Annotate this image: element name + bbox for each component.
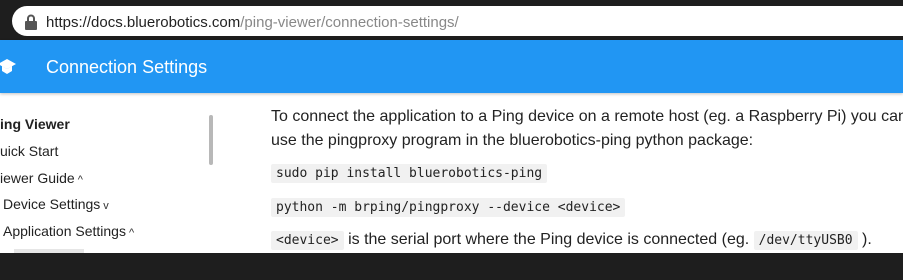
code-install: sudo pip install bluerobotics-ping	[271, 164, 548, 183]
sidebar-item-application-settings[interactable]: Application Settings ^	[3, 222, 134, 242]
main-content: To connect the application to a Ping dev…	[270, 93, 903, 253]
url-host: https://docs.bluerobotics.com	[46, 14, 241, 31]
paragraph-line-1: To connect the application to a Ping dev…	[271, 108, 903, 125]
docs-header: Connection Settings	[0, 40, 903, 93]
url-path: /ping-viewer/connection-settings/	[240, 14, 459, 31]
sidebar-item-quick-start[interactable]: uick Start	[0, 142, 58, 160]
sidebar-item-label: uick Start	[0, 143, 59, 159]
inline-code: <device>	[271, 231, 344, 250]
browser-address-bar: https://docs.bluerobotics.com/ping-viewe…	[0, 0, 903, 40]
paragraph-device: <device> is the serial port where the Pi…	[271, 228, 872, 253]
sidebar-item-ping-viewer[interactable]: ing Viewer	[0, 115, 70, 133]
sidebar-nav: ing Viewer uick Start iewer Guide ^ Devic…	[0, 93, 215, 253]
paragraph-line-2: use the pingproxy program in the bluerob…	[271, 132, 754, 149]
url-text[interactable]: https://docs.bluerobotics.com/ping-viewe…	[46, 13, 459, 33]
chevron-up-icon: ^	[77, 174, 83, 186]
paragraph-text: is the serial port where the Ping device…	[343, 231, 754, 248]
graduation-cap-icon[interactable]	[0, 57, 16, 75]
sidebar-item-label: iewer Guide	[0, 170, 75, 186]
inline-code: python -m brping/pingproxy --device <dev…	[271, 198, 626, 217]
sidebar-scrollbar[interactable]	[209, 115, 213, 165]
bottom-bar	[0, 253, 903, 280]
lock-icon	[25, 14, 37, 30]
inline-code: /dev/ttyUSB0	[753, 231, 858, 250]
code-run: python -m brping/pingproxy --device <dev…	[271, 198, 626, 217]
page-title: Connection Settings	[46, 57, 208, 77]
inline-code: sudo pip install bluerobotics-ping	[271, 164, 548, 183]
sidebar-item-label: ing Viewer	[0, 116, 70, 132]
sidebar-item-viewer-guide[interactable]: iewer Guide ^	[0, 169, 83, 189]
chevron-up-icon: ^	[128, 227, 135, 239]
sidebar-item-label: Application Settings	[3, 223, 126, 239]
sidebar-item-label: Device Settings	[3, 196, 101, 212]
sidebar-item-device-settings[interactable]: Device Settings v	[3, 195, 109, 215]
paragraph-text: ).	[857, 231, 872, 248]
chevron-down-icon: v	[103, 200, 109, 212]
